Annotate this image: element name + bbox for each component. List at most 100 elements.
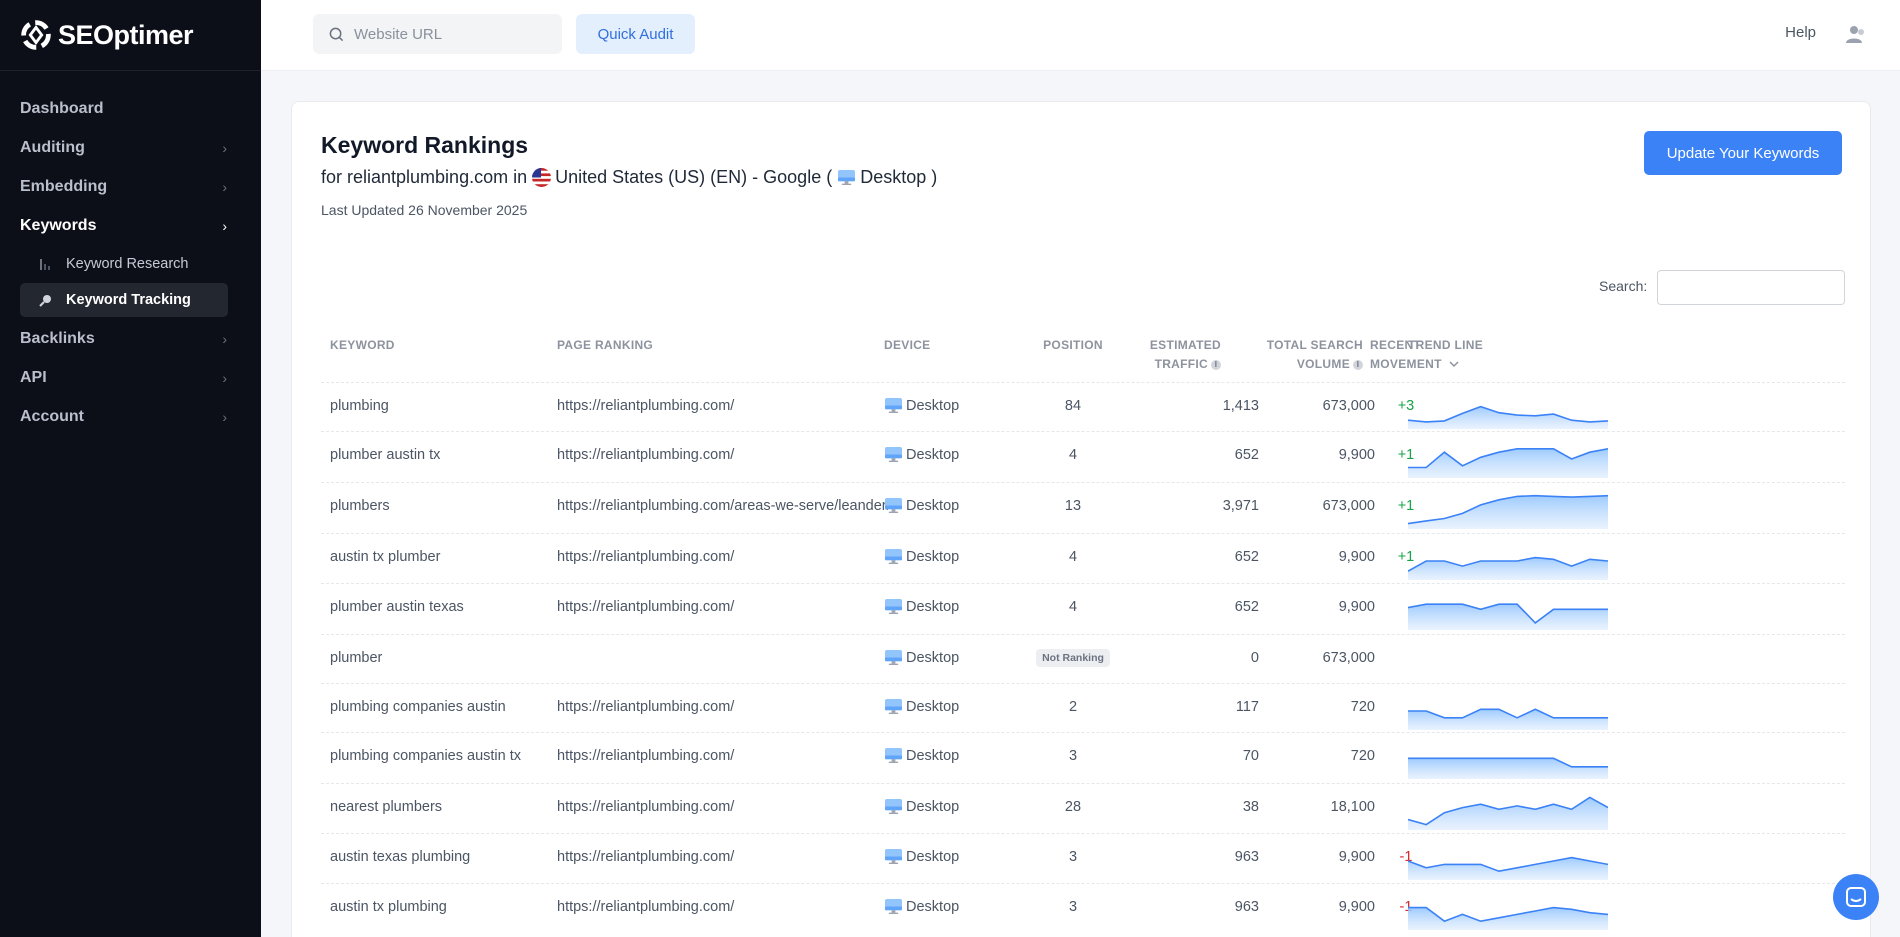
table-row[interactable]: austin tx plumbing https://reliantplumbin…: [321, 883, 1845, 933]
table-search-input[interactable]: [1657, 270, 1845, 305]
table-row[interactable]: austin texas plumbing https://reliantplum…: [321, 833, 1845, 883]
website-url-input[interactable]: [354, 25, 554, 43]
trend-area: [1408, 406, 1608, 429]
page-ranking-link[interactable]: https://reliantplumbing.com/areas-we-ser…: [557, 498, 891, 514]
traffic-cell: 652: [1234, 549, 1259, 565]
sidebar-subitem-keyword-research[interactable]: Keyword Research: [20, 247, 228, 281]
keyword-rankings-card: Keyword Rankings for reliantplumbing.com…: [291, 101, 1871, 937]
sidebar-item-auditing[interactable]: Auditing ›: [0, 128, 261, 167]
page-ranking-link[interactable]: https://reliantplumbing.com/: [557, 899, 734, 915]
trend-area: [1408, 495, 1608, 529]
trend-area: [1408, 758, 1608, 779]
desktop-icon: [884, 497, 906, 514]
search-icon: [329, 27, 344, 41]
table-row[interactable]: plumber austin texas https://reliantplumb…: [321, 583, 1845, 633]
chat-icon: [1846, 887, 1866, 907]
page-ranking-link[interactable]: https://reliantplumbing.com/: [557, 799, 734, 815]
sidebar-subitem-label: Keyword Research: [66, 256, 189, 272]
device-cell: Desktop: [884, 598, 959, 615]
volume-cell: 9,900: [1338, 899, 1375, 915]
page-ranking-link[interactable]: https://reliantplumbing.com/: [557, 748, 734, 764]
device-label: Desktop: [906, 598, 960, 615]
sort-chevron-down-icon[interactable]: [1449, 360, 1459, 368]
page-ranking-link[interactable]: https://reliantplumbing.com/: [557, 398, 734, 414]
device-label: Desktop: [906, 747, 960, 764]
bar-chart-icon: [38, 257, 54, 271]
page-ranking-link[interactable]: https://reliantplumbing.com/: [557, 849, 734, 865]
sidebar-subitem-label: Keyword Tracking: [66, 292, 191, 308]
page-ranking-link[interactable]: https://reliantplumbing.com/: [557, 549, 734, 565]
desktop-icon: [884, 747, 906, 764]
keyword-cell: plumber: [330, 650, 383, 666]
table-row[interactable]: nearest plumbers https://reliantplumbing.…: [321, 783, 1845, 833]
keyword-cell: plumbing companies austin: [330, 699, 506, 715]
device-label: Desktop: [906, 649, 960, 666]
topbar: Quick Audit Help: [261, 0, 1900, 71]
header-volume-line2: VOLUME: [1296, 357, 1350, 371]
header-keyword[interactable]: KEYWORD: [330, 336, 395, 355]
update-keywords-button[interactable]: Update Your Keywords: [1644, 131, 1842, 175]
traffic-cell: 963: [1234, 849, 1259, 865]
keyword-cell: austin tx plumbing: [330, 899, 447, 915]
header-page-ranking[interactable]: PAGE RANKING: [557, 336, 653, 355]
desktop-icon: [884, 548, 906, 565]
trend-sparkline: [1408, 692, 1608, 734]
sidebar-item-api[interactable]: API ›: [0, 358, 261, 397]
position-cell: 2: [1068, 699, 1078, 715]
chevron-right-icon: ›: [222, 178, 227, 195]
position-cell: 4: [1068, 549, 1078, 565]
table-row[interactable]: plumbing https://reliantplumbing.com/Desk…: [321, 382, 1845, 432]
quick-audit-button[interactable]: Quick Audit: [576, 14, 695, 54]
keyword-cell: plumbing: [330, 398, 389, 414]
header-trend-line: TREND LINE: [1408, 338, 1483, 352]
website-url-search[interactable]: [313, 14, 562, 54]
table-row[interactable]: plumbing companies austin https://reliant…: [321, 683, 1845, 733]
sidebar-item-label: Auditing: [20, 138, 85, 156]
trend-sparkline: [1407, 792, 1609, 834]
brand-name: SEOptimer: [58, 19, 194, 50]
not-ranking-badge: Not Ranking: [1036, 649, 1110, 667]
logo[interactable]: SEOptimer: [0, 0, 261, 71]
sidebar-item-account[interactable]: Account ›: [0, 397, 261, 436]
sidebar-subitem-keyword-tracking[interactable]: Keyword Tracking: [20, 283, 228, 317]
help-link[interactable]: Help: [1785, 24, 1816, 41]
header-total-search-volume[interactable]: TOTAL SEARCH VOLUME i: [1217, 336, 1363, 374]
sidebar-item-embedding[interactable]: Embedding ›: [0, 167, 261, 206]
position-cell: 3: [1068, 899, 1078, 915]
volume-cell: 673,000: [1322, 398, 1375, 414]
table-row[interactable]: plumber austin tx https://reliantplumbing…: [321, 431, 1845, 481]
desktop-icon: [838, 169, 856, 186]
device-cell: Desktop: [884, 698, 959, 715]
desktop-icon: [884, 649, 906, 666]
chat-support-button[interactable]: [1833, 874, 1879, 920]
header-estimated-traffic[interactable]: ESTIMATED TRAFFIC i: [1121, 336, 1221, 374]
device-cell: Desktop: [884, 898, 959, 915]
sidebar-item-keywords[interactable]: Keywords ›: [0, 206, 261, 245]
us-flag-icon: [532, 168, 552, 187]
page-ranking-link[interactable]: https://reliantplumbing.com/: [557, 599, 734, 615]
table-row[interactable]: austin tx plumber https://reliantplumbing…: [321, 533, 1845, 583]
sidebar-item-label: API: [20, 368, 47, 386]
traffic-cell: 0: [1250, 650, 1259, 666]
trend-sparkline: [1407, 592, 1608, 634]
keyword-cell: plumbing companies austin tx: [330, 748, 522, 764]
keyword-cell: nearest plumbers: [330, 799, 443, 815]
table-row[interactable]: plumber Desktop Not Ranking 0 673,000: [321, 634, 1845, 684]
device-cell: Desktop: [884, 848, 959, 865]
device-label: Desktop: [906, 446, 960, 463]
page-ranking-link[interactable]: https://reliantplumbing.com/: [557, 447, 734, 463]
table-row[interactable]: plumbing companies austin tx https://reli…: [321, 732, 1845, 782]
device-cell: Desktop: [884, 497, 959, 514]
table-row[interactable]: plumbers https://reliantplumbing.com/area…: [321, 482, 1845, 532]
volume-cell: 673,000: [1322, 650, 1375, 666]
sidebar-item-label: Account: [20, 407, 84, 425]
trend-sparkline: [1407, 391, 1609, 433]
page-ranking-link[interactable]: https://reliantplumbing.com/: [557, 699, 734, 715]
sidebar-item-backlinks[interactable]: Backlinks ›: [0, 319, 261, 358]
header-device[interactable]: DEVICE: [884, 336, 930, 355]
device-cell: Desktop: [884, 446, 959, 463]
user-account-icon[interactable]: [1844, 22, 1868, 46]
sidebar-item-dashboard[interactable]: Dashboard: [0, 89, 261, 128]
device-cell: Desktop: [884, 649, 959, 666]
info-icon[interactable]: i: [1353, 359, 1363, 370]
